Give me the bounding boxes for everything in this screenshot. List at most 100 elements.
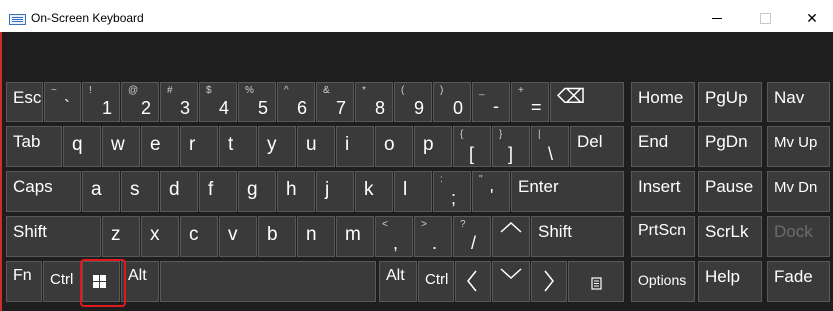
key-l[interactable]: l xyxy=(394,171,432,212)
minimize-icon xyxy=(712,17,722,19)
key-equals[interactable]: + = xyxy=(511,82,549,122)
key-quote[interactable]: " ' xyxy=(472,171,510,212)
key-f[interactable]: f xyxy=(199,171,237,212)
key-home[interactable]: Home xyxy=(631,82,695,122)
key-backslash[interactable]: | \ xyxy=(531,126,569,167)
maximize-icon xyxy=(759,12,771,24)
menu-icon xyxy=(591,277,602,290)
key-p[interactable]: p xyxy=(414,126,452,167)
key-e[interactable]: e xyxy=(141,126,179,167)
key-g[interactable]: g xyxy=(238,171,276,212)
keyboard-app-icon xyxy=(9,14,26,25)
key-z[interactable]: z xyxy=(102,216,140,257)
key-tab[interactable]: Tab xyxy=(6,126,62,167)
key-7[interactable]: & 7 xyxy=(316,82,354,122)
key-windows[interactable] xyxy=(82,261,120,302)
up-arrow-icon xyxy=(500,221,522,233)
key-esc[interactable]: Esc xyxy=(6,82,43,122)
key-left-arrow[interactable] xyxy=(455,261,491,302)
key-x[interactable]: x xyxy=(141,216,179,257)
key-dock[interactable]: Dock xyxy=(767,216,830,257)
key-left-bracket[interactable]: {[ xyxy=(453,126,491,167)
key-prtscn[interactable]: PrtScn xyxy=(631,216,695,257)
options-button[interactable]: Options xyxy=(631,261,695,302)
key-minus[interactable]: _ - xyxy=(472,82,510,122)
window-title: On-Screen Keyboard xyxy=(31,11,144,25)
key-0[interactable]: ) 0 xyxy=(433,82,471,122)
key-b[interactable]: b xyxy=(258,216,296,257)
key-6[interactable]: ^ 6 xyxy=(277,82,315,122)
left-arrow-icon xyxy=(467,270,477,292)
key-t[interactable]: t xyxy=(219,126,257,167)
right-arrow-icon xyxy=(544,270,554,292)
key-pgup[interactable]: PgUp xyxy=(698,82,762,122)
key-pgdn[interactable]: PgDn xyxy=(698,126,762,167)
key-period[interactable]: >. xyxy=(414,216,452,257)
key-c[interactable]: c xyxy=(180,216,218,257)
key-nav[interactable]: Nav xyxy=(767,82,830,122)
key-8[interactable]: * 8 xyxy=(355,82,393,122)
key-caps[interactable]: Caps xyxy=(6,171,81,212)
key-o[interactable]: o xyxy=(375,126,413,167)
key-down-arrow[interactable] xyxy=(492,261,530,302)
key-k[interactable]: k xyxy=(355,171,393,212)
key-y[interactable]: y xyxy=(258,126,296,167)
key-2[interactable]: @2 xyxy=(121,82,159,122)
key-right-arrow[interactable] xyxy=(531,261,567,302)
key-backtick[interactable]: ~ ` xyxy=(44,82,81,122)
key-right-alt[interactable]: Alt xyxy=(379,261,417,302)
fade-button[interactable]: Fade xyxy=(767,261,830,302)
key-d[interactable]: d xyxy=(160,171,198,212)
key-scrlk[interactable]: ScrLk xyxy=(698,216,762,257)
key-u[interactable]: u xyxy=(297,126,335,167)
key-backspace[interactable]: ⌫ xyxy=(550,82,624,122)
key-m[interactable]: m xyxy=(336,216,374,257)
key-left-alt[interactable]: Alt xyxy=(121,261,159,302)
key-space[interactable] xyxy=(160,261,376,302)
key-h[interactable]: h xyxy=(277,171,315,212)
key-9[interactable]: (9 xyxy=(394,82,432,122)
key-left-ctrl[interactable]: Ctrl xyxy=(43,261,81,302)
key-slash[interactable]: ? / xyxy=(453,216,491,257)
key-enter[interactable]: Enter xyxy=(511,171,624,212)
key-up-arrow[interactable] xyxy=(492,216,530,257)
key-end[interactable]: End xyxy=(631,126,695,167)
key-i[interactable]: i xyxy=(336,126,374,167)
title-bar: On-Screen Keyboard ✕ xyxy=(0,4,833,32)
key-right-shift[interactable]: Shift xyxy=(531,216,624,257)
key-4[interactable]: $4 xyxy=(199,82,237,122)
key-a[interactable]: a xyxy=(82,171,120,212)
key-pause[interactable]: Pause xyxy=(698,171,762,212)
keyboard-area: Esc ~ ` ! 1 @2 #3 $4 % 5 ^ 6 & 7 * 8 (9 ) 0 _ - … xyxy=(0,32,833,311)
help-button[interactable]: Help xyxy=(698,261,762,302)
key-context-menu[interactable] xyxy=(568,261,624,302)
key-semicolon[interactable]: :; xyxy=(433,171,471,212)
key-del[interactable]: Del xyxy=(570,126,624,167)
minimize-button[interactable] xyxy=(694,4,740,32)
key-right-ctrl[interactable]: Ctrl xyxy=(418,261,454,302)
key-left-shift[interactable]: Shift xyxy=(6,216,101,257)
backspace-icon: ⌫ xyxy=(557,86,586,108)
key-comma[interactable]: <, xyxy=(375,216,413,257)
key-s[interactable]: s xyxy=(121,171,159,212)
down-arrow-icon xyxy=(500,268,522,280)
key-j[interactable]: j xyxy=(316,171,354,212)
key-n[interactable]: n xyxy=(297,216,335,257)
key-3[interactable]: #3 xyxy=(160,82,198,122)
key-mv-dn[interactable]: Mv Dn xyxy=(767,171,830,212)
key-1[interactable]: ! 1 xyxy=(82,82,120,122)
key-insert[interactable]: Insert xyxy=(631,171,695,212)
key-v[interactable]: v xyxy=(219,216,257,257)
close-button[interactable]: ✕ xyxy=(789,4,833,32)
key-r[interactable]: r xyxy=(180,126,218,167)
left-edge-marker xyxy=(0,32,2,311)
key-fn[interactable]: Fn xyxy=(6,261,42,302)
close-icon: ✕ xyxy=(806,9,818,26)
maximize-button[interactable] xyxy=(742,4,788,32)
key-q[interactable]: q xyxy=(63,126,101,167)
windows-logo-icon xyxy=(93,275,106,288)
key-5[interactable]: % 5 xyxy=(238,82,276,122)
key-mv-up[interactable]: Mv Up xyxy=(767,126,830,167)
key-right-bracket[interactable]: }] xyxy=(492,126,530,167)
key-w[interactable]: w xyxy=(102,126,140,167)
